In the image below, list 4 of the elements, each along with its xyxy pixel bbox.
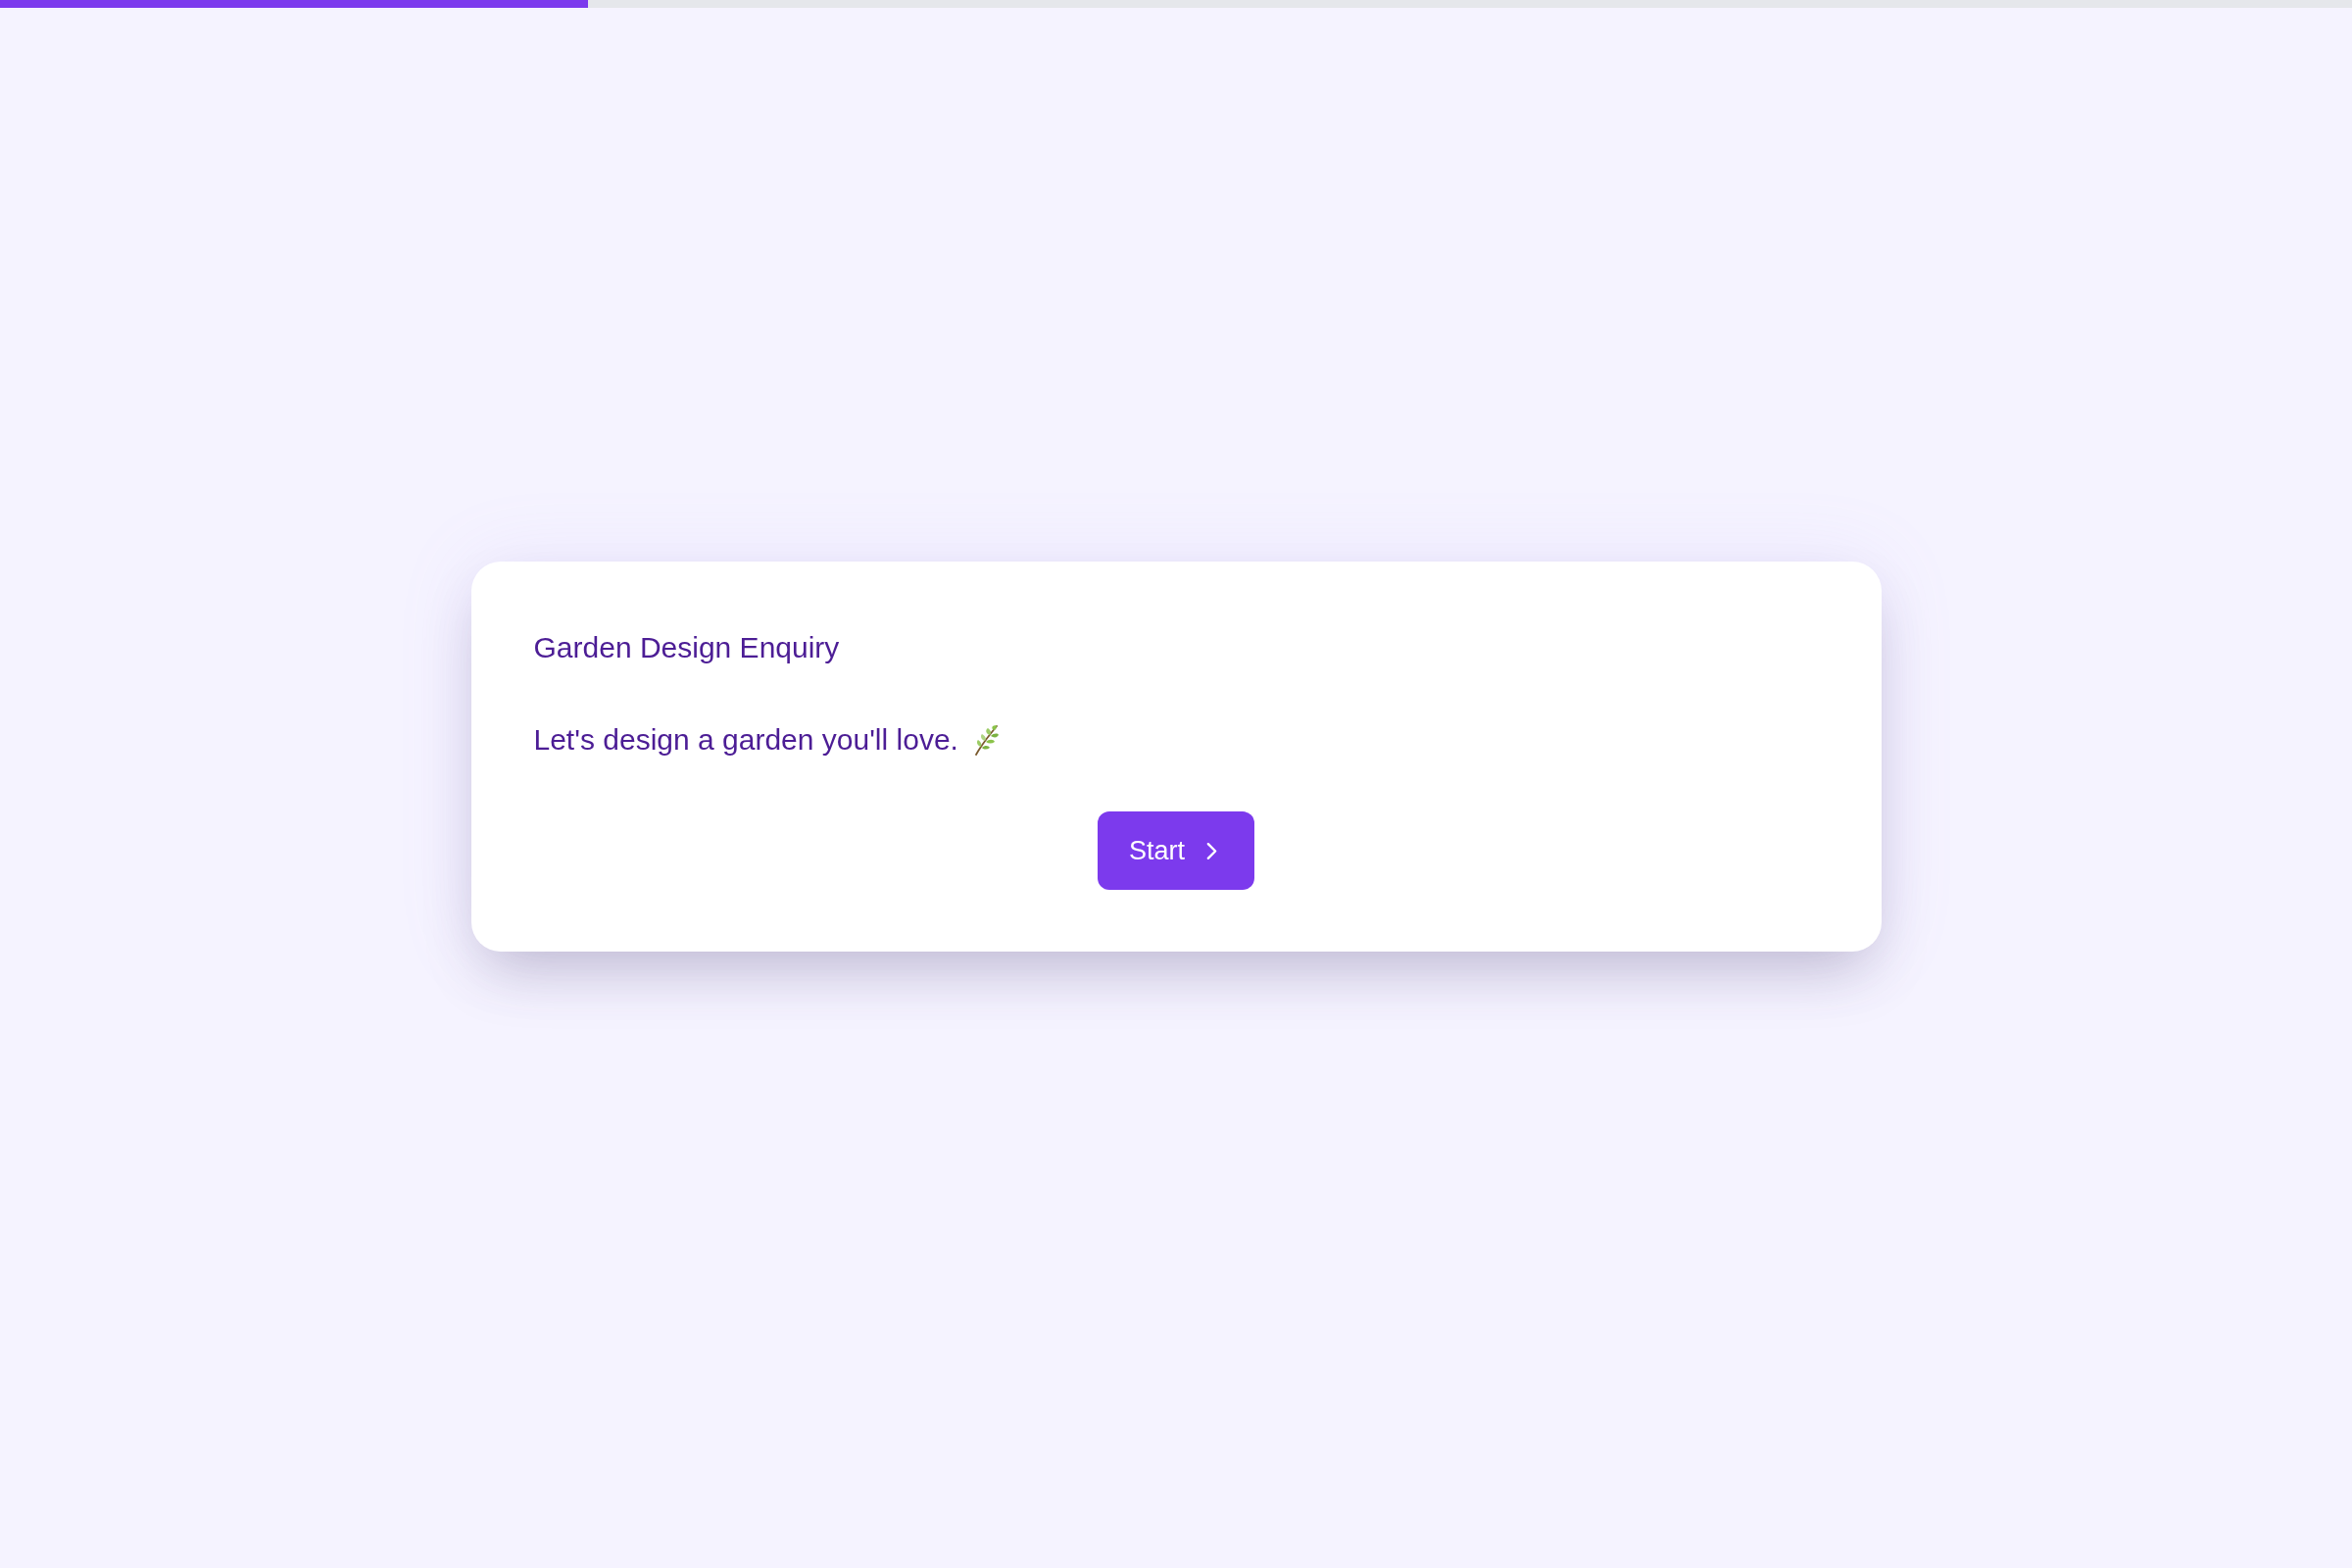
chevron-right-icon (1206, 841, 1217, 860)
welcome-text: Let's design a garden you'll love. (533, 722, 958, 758)
start-button[interactable]: Start (1098, 811, 1254, 890)
form-title: Garden Design Enquiry (533, 630, 841, 665)
